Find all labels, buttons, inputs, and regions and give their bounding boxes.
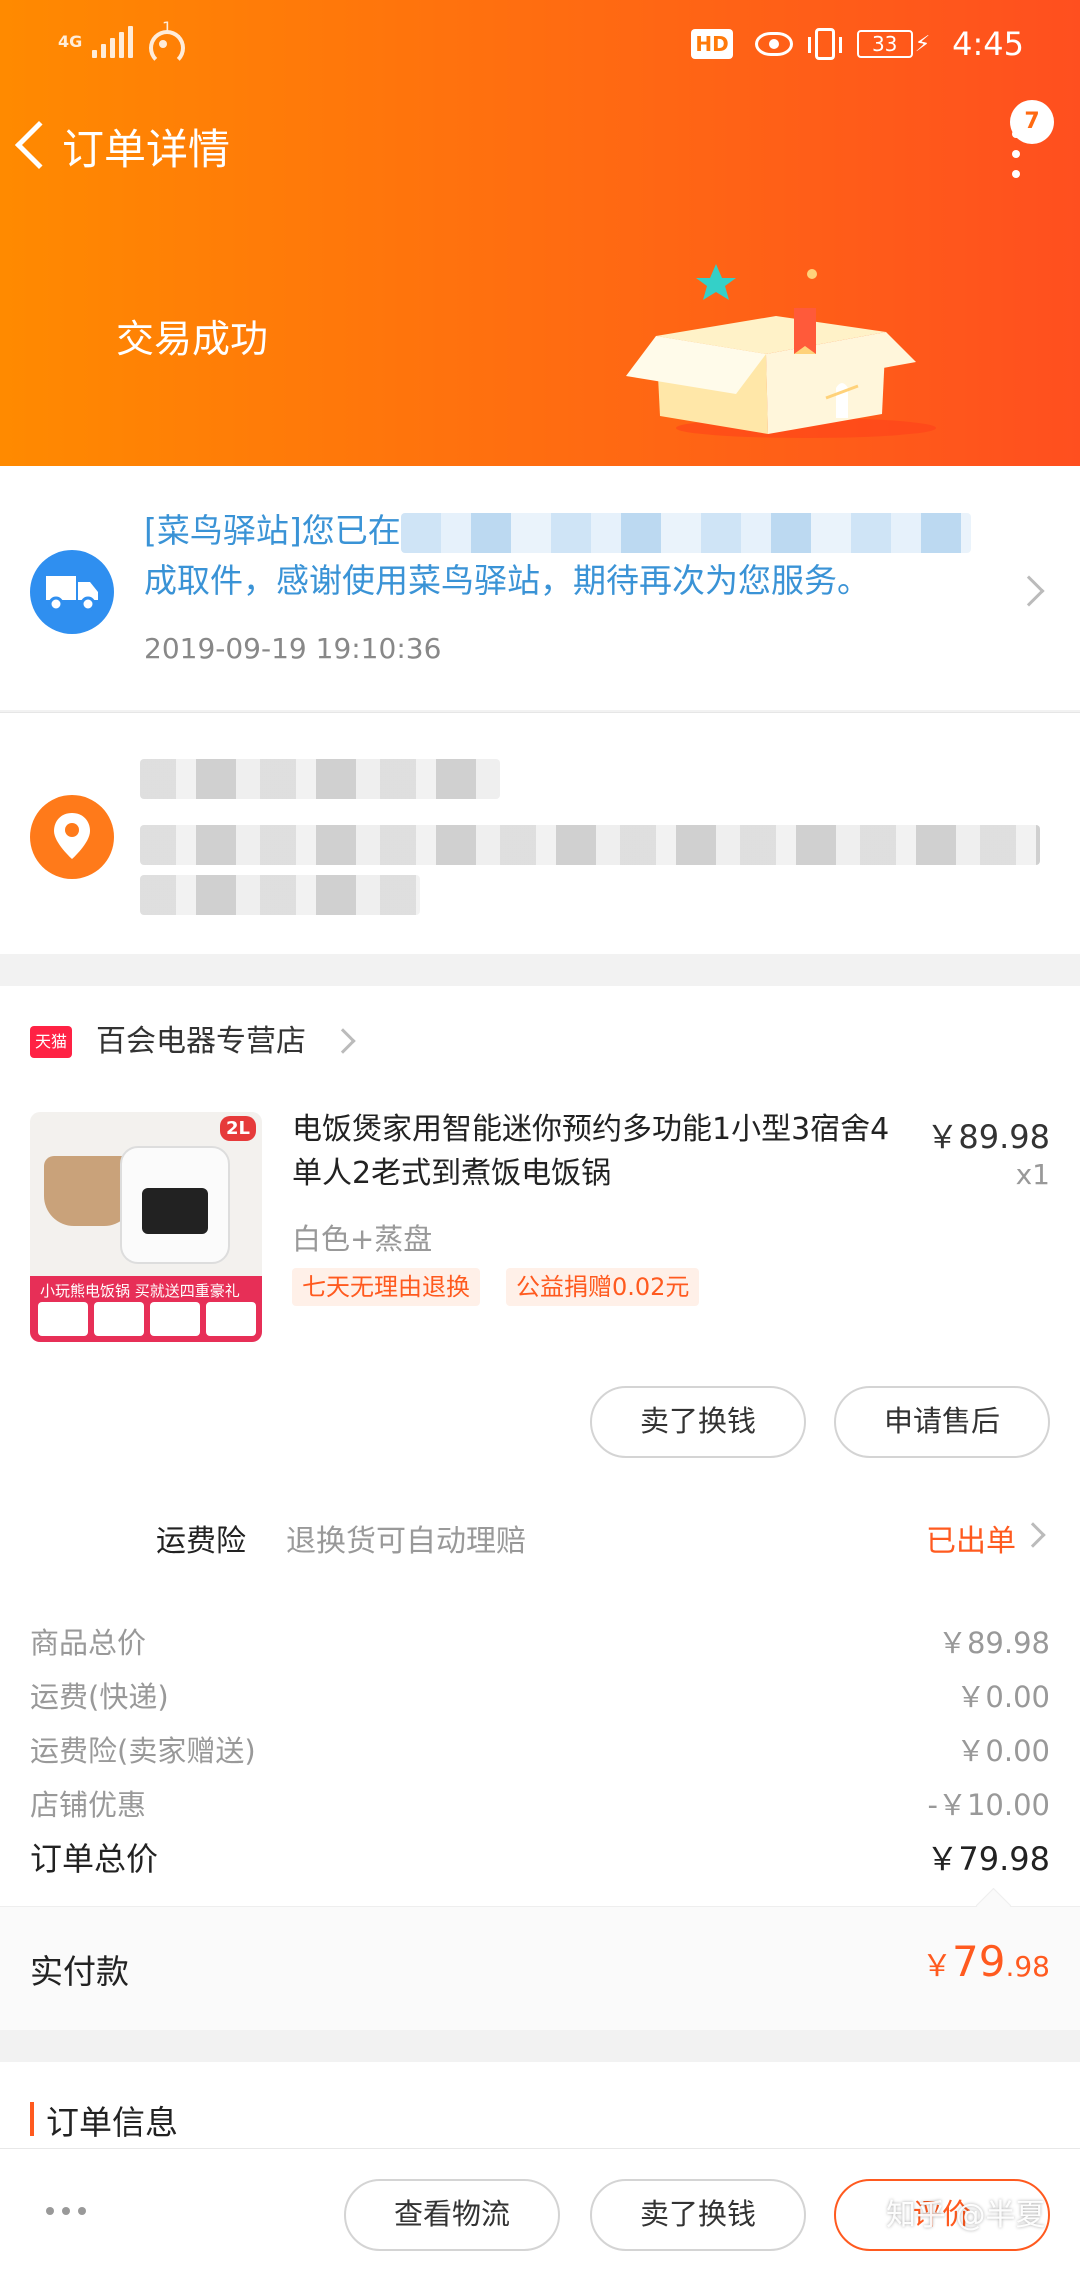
insurance-chevron-icon	[1020, 1522, 1046, 1548]
logistics-time: 2019-09-19 19:10:36	[144, 632, 442, 665]
watermark: 知乎 @半夏	[886, 2198, 1046, 2233]
hd-badge: HD	[691, 29, 733, 59]
product-title[interactable]: 电饭煲家用智能迷你预约多功能1小型3宿舍4单人2老式到煮饭电饭锅	[292, 1108, 902, 1196]
fee-label: 商品总价	[30, 1626, 147, 1660]
fee-label: 运费险(卖家赠送)	[30, 1734, 256, 1768]
logistics-card[interactable]: [菜鸟驿站]您已在 成取件，感谢使用菜鸟驿站，期待再次为您服务。 2019-09…	[0, 466, 1080, 710]
shop-name[interactable]: 百会电器专营店	[96, 1022, 306, 1062]
paid-currency: ￥	[922, 1949, 953, 1984]
fee-row-shipping: 运费(快递) ￥0.00	[30, 1674, 1050, 1716]
paid-decimal: .98	[1005, 1950, 1050, 1983]
shipping-insurance-status[interactable]: 已出单	[926, 1516, 1016, 1560]
fee-row-insurance: 运费险(卖家赠送) ￥0.00	[30, 1728, 1050, 1770]
hotspot-count: 1	[162, 18, 173, 37]
product-image[interactable]: 2L 小玩熊电饭锅 买就送四重豪礼	[30, 1112, 262, 1342]
order-total-row: 订单总价 ￥79.98	[30, 1834, 1050, 1880]
more-actions-icon[interactable]	[46, 2207, 86, 2215]
network-type: 4G	[58, 32, 83, 51]
paid-amount-box: 实付款 ￥79.98	[0, 1906, 1080, 2030]
page-title: 订单详情	[62, 125, 231, 174]
back-icon[interactable]	[14, 120, 64, 170]
shop-chevron-icon	[330, 1028, 356, 1054]
chevron-right-icon	[1013, 575, 1045, 607]
shipping-insurance-desc: 退换货可自动理赔	[286, 1524, 526, 1559]
product-image-banner: 小玩熊电饭锅 买就送四重豪礼	[30, 1276, 262, 1342]
paid-amount: ￥79.98	[922, 1937, 1050, 1986]
status-bar: 4G 1 HD 33 ⚡ 4:45	[0, 0, 1080, 90]
product-quantity: x1	[1015, 1158, 1050, 1191]
bottom-sell-button[interactable]: 卖了换钱	[590, 2179, 806, 2251]
fee-label: 运费(快递)	[30, 1680, 169, 1714]
clock: 4:45	[952, 25, 1024, 63]
tag-return: 七天无理由退换	[292, 1268, 480, 1306]
redacted-recipient	[140, 759, 500, 799]
vibrate-icon	[807, 28, 842, 60]
paid-integer: 79	[952, 1937, 1006, 1986]
product-sku: 白色+蒸盘	[292, 1222, 433, 1256]
fee-row-discount: 店铺优惠 -￥10.00	[30, 1782, 1050, 1824]
order-total-value: ￥79.98	[926, 1840, 1050, 1878]
fee-value: -￥10.00	[927, 1788, 1051, 1822]
charging-icon: ⚡	[914, 31, 931, 57]
status-right: HD 33 ⚡ 4:45	[691, 24, 1024, 64]
order-info-title: 订单信息	[46, 2103, 178, 2142]
section-accent-bar	[30, 2102, 34, 2136]
status-left: 4G 1	[58, 18, 186, 66]
paid-label: 实付款	[30, 1952, 129, 1991]
signal-icon	[92, 26, 134, 58]
product-price: ￥89.98	[926, 1118, 1050, 1156]
logistics-message: [菜鸟驿站]您已在 成取件，感谢使用菜鸟驿站，期待再次为您服务。	[144, 506, 984, 606]
nav-bar: 订单详情 7	[0, 100, 1080, 190]
tmall-badge: 天猫	[30, 1026, 72, 1058]
fee-value: ￥0.00	[956, 1734, 1050, 1768]
logistics-message-suffix: 成取件，感谢使用菜鸟驿站，期待再次为您服务。	[144, 561, 870, 600]
fee-row-goods: 商品总价 ￥89.98	[30, 1620, 1050, 1662]
tag-charity: 公益捐赠0.02元	[506, 1268, 700, 1306]
product-image-banner-text: 小玩熊电饭锅 买就送四重豪礼	[40, 1282, 240, 1300]
battery-icon: 33 ⚡	[856, 30, 931, 58]
battery-level: 33	[856, 30, 913, 58]
message-badge[interactable]: 7	[1010, 100, 1054, 144]
fee-label: 店铺优惠	[30, 1788, 147, 1822]
redacted-location	[400, 512, 971, 553]
sell-button[interactable]: 卖了换钱	[590, 1386, 806, 1458]
location-pin-icon	[30, 795, 114, 879]
after-sale-button[interactable]: 申请售后	[834, 1386, 1050, 1458]
product-capacity-badge: 2L	[220, 1116, 256, 1141]
order-info-card: 订单信息	[0, 2062, 1080, 2152]
redacted-address-line-1	[140, 825, 1040, 865]
redacted-address-line-2	[140, 875, 420, 915]
fee-value: ￥89.98	[937, 1626, 1050, 1660]
fee-value: ￥0.00	[956, 1680, 1050, 1714]
view-logistics-button[interactable]: 查看物流	[344, 2179, 560, 2251]
package-illustration	[626, 264, 936, 438]
order-header: 4G 1 HD 33 ⚡ 4:45 订单详情 7 交易成功	[0, 0, 1080, 466]
order-status: 交易成功	[116, 317, 269, 361]
truck-icon	[30, 550, 114, 634]
logistics-message-prefix: [菜鸟驿站]您已在	[144, 511, 401, 550]
order-total-label: 订单总价	[30, 1840, 159, 1878]
eye-comfort-icon	[754, 32, 793, 56]
shipping-insurance-label: 运费险	[156, 1524, 246, 1559]
product-image-cooker	[120, 1146, 230, 1264]
address-card[interactable]	[0, 712, 1080, 954]
order-card: 天猫 百会电器专营店 2L 小玩熊电饭锅 买就送四重豪礼 电饭煲家用智能迷你预约…	[0, 986, 1080, 2030]
